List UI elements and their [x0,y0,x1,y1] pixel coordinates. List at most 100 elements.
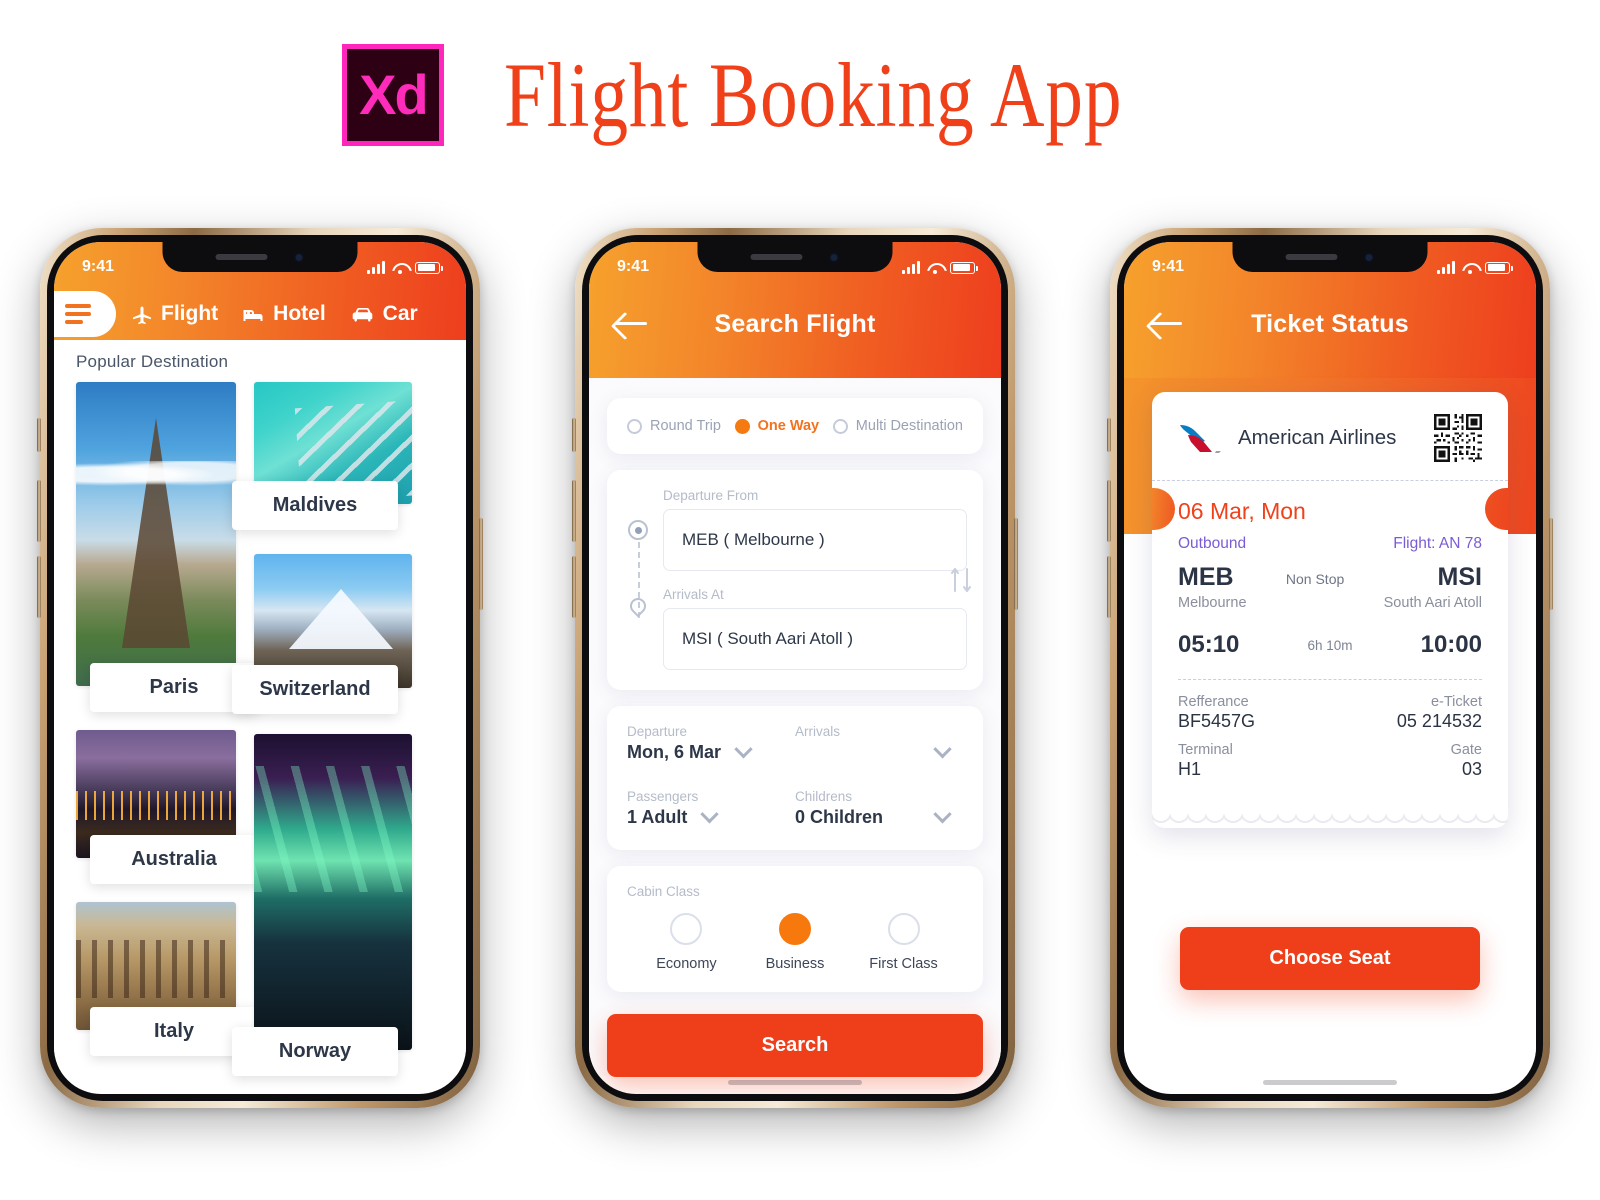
ticket-direction: Outbound [1178,535,1247,552]
cabin-option-first-class[interactable]: First Class [850,913,957,972]
destination-label: Norway [232,1027,398,1076]
trip-type-label: Multi Destination [855,418,963,434]
cabin-option-label: Business [765,956,825,972]
section-title-popular-destination: Popular Destination [76,352,229,371]
destination-card-norway[interactable]: Norway [232,734,412,1076]
terminal-value: H1 [1178,759,1202,779]
nav-tab-car[interactable]: Car [350,302,418,326]
chevron-down-icon [700,805,720,824]
radio-icon [670,913,703,945]
search-flight-screen: 9:41 Search Flight Round Trip One Way Mu… [589,242,1001,1094]
trip-options-card: Departure Mon, 6 Mar Arrivals Passengers… [607,706,983,850]
xd-logo-text: Xd [359,63,429,126]
gate-label: Gate [1450,742,1482,758]
status-time: 9:41 [82,258,115,275]
destination-city: South Aari Atoll [1383,595,1482,611]
destination-card-maldives[interactable]: Maldives [232,382,412,530]
ticket-divider-2 [1178,679,1482,680]
departure-date-label: Departure [627,724,688,739]
departure-time: 05:10 [1178,631,1240,658]
trip-type-label: Round Trip [650,418,721,434]
destination-code: MSI [1437,563,1482,591]
home-screen: 9:41 Flight Hotel Car Popular Destinatio… [54,242,466,1094]
radio-icon [627,418,642,434]
childrens-label: Childrens [795,789,853,804]
trip-type-one-way[interactable]: One Way [734,418,819,434]
departure-from-label: Departure From [663,488,759,503]
cellular-signal-icon [367,260,385,274]
choose-seat-button[interactable]: Choose Seat [1180,927,1480,990]
ticket-page-title: Ticket Status [1251,309,1409,338]
chevron-down-icon [933,740,952,759]
arrivals-at-input[interactable]: MSI ( South Aari Atoll ) [663,608,967,670]
mute-switch [1107,418,1111,452]
hamburger-menu-icon[interactable] [54,291,116,337]
destination-pin-icon [626,594,650,618]
departure-date-field[interactable]: Departure Mon, 6 Mar [627,724,795,765]
battery-icon [415,261,443,274]
cabin-option-economy[interactable]: Economy [633,913,740,972]
destination-card-paris[interactable]: Paris [76,382,258,712]
power-button [1549,518,1553,610]
destination-card-switzerland[interactable]: Switzerland [232,554,412,714]
nav-tab-hotel[interactable]: Hotel [242,302,326,326]
childrens-value: 0 Children [795,807,884,827]
ticket-status-screen: 9:41 Ticket Status American Airlines 06 … [1124,242,1536,1094]
terminal-label: Terminal [1178,742,1233,758]
battery-icon [950,261,978,274]
ticket-flight-number: Flight: AN 78 [1393,535,1482,552]
nav-tab-flight[interactable]: Flight [130,302,218,326]
american-airlines-logo-icon [1180,425,1221,453]
ticket-notch-right [1485,488,1509,530]
ticket-detail-row: Refferance BF5457G e-Ticket 05 214532 [1178,694,1482,732]
refferance-label: Refferance [1178,694,1249,710]
departure-date-value: Mon, 6 Mar [627,742,722,762]
ticket-header: 9:41 Ticket Status [1124,242,1536,378]
ticket-divider [1152,480,1508,481]
status-bar: 9:41 [54,242,466,288]
mute-switch [37,418,41,452]
page-header: Xd Flight Booking App [0,42,1600,148]
trip-type-multi-destination[interactable]: Multi Destination [832,418,963,434]
radio-icon [779,913,811,945]
passengers-value: 1 Adult [627,807,688,827]
departure-from-value: MEB ( Melbourne ) [682,530,825,549]
search-header: 9:41 Search Flight [589,242,1001,378]
stop-info: Non Stop [1285,571,1345,587]
destination-card-italy[interactable]: Italy [76,902,258,1056]
status-bar: 9:41 [1124,242,1536,288]
home-indicator [728,1080,862,1085]
norway-photo [254,734,412,1050]
passengers-field[interactable]: Passengers 1 Adult [627,789,795,830]
boarding-pass-card: American Airlines 06 Mar, Mon Outbound F… [1151,392,1509,828]
departure-from-input[interactable]: MEB ( Melbourne ) [663,509,967,571]
cabin-option-label: First Class [869,956,938,972]
nav-tab-flight-label: Flight [161,302,219,325]
destination-label: Maldives [232,481,398,530]
trip-type-round-trip[interactable]: Round Trip [627,418,721,434]
chevron-down-icon [933,805,952,824]
childrens-field[interactable]: Childrens 0 Children [795,789,963,830]
arrival-date-field[interactable]: Arrivals [795,724,963,765]
search-button[interactable]: Search [607,1014,983,1077]
battery-icon [1485,261,1513,274]
status-bar: 9:41 [589,242,1001,288]
airplane-icon [133,306,151,325]
volume-up-button [572,480,576,542]
cabin-option-business[interactable]: Business [742,913,849,972]
destination-card-australia[interactable]: Australia [76,730,258,884]
status-time: 9:41 [1152,258,1185,275]
paris-photo [76,382,236,686]
route-card: Departure From MEB ( Melbourne ) Arrival… [607,470,983,690]
ticket-detail-row: Terminal H1 Gate 03 [1178,742,1482,780]
swap-vertical-icon[interactable] [951,565,973,595]
origin-dot-icon [628,520,648,540]
destination-label: Australia [90,835,258,884]
power-button [1014,518,1018,610]
search-top-bar: Search Flight [589,294,1001,354]
home-content: Popular Destination Paris Australia Ital… [54,340,466,1076]
radio-icon [832,418,848,434]
search-content: Round Trip One Way Multi Destination Dep… [589,378,1001,1077]
home-indicator [1263,1080,1397,1085]
wifi-icon [1462,262,1478,274]
